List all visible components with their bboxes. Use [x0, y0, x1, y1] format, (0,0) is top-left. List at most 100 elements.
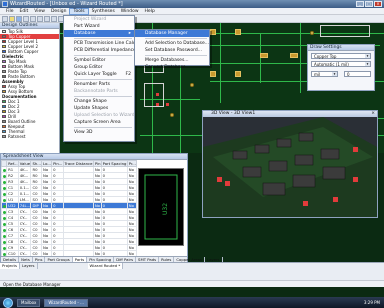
column-header[interactable]: Value [17, 160, 32, 167]
unit-select[interactable]: mil ▾ [311, 71, 338, 77]
undo-icon[interactable] [51, 15, 57, 22]
layer-color-swatch [2, 100, 6, 103]
column-header[interactable]: Pin... [51, 160, 64, 167]
submenu-item-label: Set Database Password... [145, 48, 203, 53]
copy-icon[interactable] [37, 15, 43, 22]
submenu-item[interactable]: Convert Database... [135, 64, 209, 71]
menu-item[interactable]: Group Editor [64, 64, 134, 71]
tab-projects[interactable]: Projects [0, 263, 20, 269]
status-dot-icon [3, 228, 6, 232]
column-header[interactable]: Trace Distance [62, 160, 94, 167]
status-dot-icon [3, 168, 6, 172]
menu-item-label: Group Editor [74, 65, 103, 70]
menu-syntheses[interactable]: Syntheses [89, 8, 118, 15]
table-cell [1, 232, 8, 239]
menu-item[interactable]: Capture Screen Area [64, 119, 134, 126]
submenu-item[interactable]: Add Selection to Database... [135, 40, 209, 47]
menu-design[interactable]: Design [48, 8, 70, 15]
minimize-button[interactable]: _ [356, 1, 364, 7]
submenu-item[interactable]: Set Database Password... [135, 47, 209, 54]
mode-select[interactable]: Automatic (1 mil) ▾ [311, 61, 371, 67]
layer-color-swatch [2, 135, 6, 138]
tab-document[interactable]: Wizard Routed * [87, 263, 124, 269]
status-dot-icon [3, 222, 6, 226]
view3d-canvas[interactable] [203, 117, 377, 217]
menu-view[interactable]: View [31, 8, 48, 15]
tools-menu: Project Wizard Part Wizard Database ▸ PCB Tr… [63, 15, 160, 142]
table-cell: No [92, 220, 102, 227]
layer-color-swatch [2, 85, 6, 88]
status-dot-icon [3, 180, 6, 184]
view3d-title: 3D View - 3D View1 [211, 111, 256, 116]
menu-item-icon [66, 99, 71, 104]
table-cell: No [92, 226, 102, 233]
layer-select[interactable]: Copper Top ▾ [311, 53, 371, 59]
menu-item[interactable]: Database ▸ [64, 30, 134, 37]
view3d-window: 3D View - 3D View1 × [202, 110, 378, 218]
menu-separator [74, 79, 132, 80]
menu-item[interactable]: Symbol Editor [64, 57, 134, 64]
open-icon[interactable] [9, 15, 15, 22]
column-header[interactable]: Lo... [41, 160, 53, 167]
menu-window[interactable]: Window [118, 8, 142, 15]
menu-item-icon [66, 82, 71, 87]
layer-color-swatch [2, 125, 6, 128]
menu-item[interactable]: PCB Differential Impedance Calculator [64, 47, 160, 54]
layer-color-swatch [2, 105, 6, 108]
status-dot-icon [3, 252, 6, 256]
value-input[interactable]: 0 [344, 71, 371, 77]
save-icon[interactable] [16, 15, 22, 22]
tab-layers[interactable]: Layers [20, 263, 38, 269]
cut-icon[interactable] [30, 15, 36, 22]
table-cell [1, 208, 8, 215]
submenu-item[interactable]: Database Manager [135, 30, 209, 37]
menu-item[interactable]: View 3D [64, 129, 134, 136]
menu-item-icon [66, 31, 71, 36]
close-icon[interactable]: × [371, 111, 375, 117]
menu-edit[interactable]: Edit [17, 8, 32, 15]
layer-color-swatch [2, 120, 6, 123]
menu-item[interactable]: Part Wizard [64, 23, 134, 30]
menu-help[interactable]: Help [142, 8, 158, 15]
menu-item[interactable]: PCB Transmission Line Calculator [64, 40, 149, 47]
new-icon[interactable] [2, 15, 8, 22]
paste-icon[interactable] [44, 15, 50, 22]
start-button[interactable] [3, 297, 13, 308]
layer-label: Ratsnest [8, 134, 26, 139]
menu-separator [74, 55, 132, 56]
table-cell [1, 178, 8, 185]
submenu-item-label: Add Selection to Database... [145, 41, 210, 46]
menu-file[interactable]: File [3, 8, 17, 15]
table-cell: 0.1... [17, 190, 32, 197]
table-cell [1, 190, 8, 197]
column-header[interactable]: Pin [92, 160, 102, 167]
draw-settings-panel: Draw Settings Copper Top ▾ Automatic (1 m… [307, 44, 375, 91]
menu-item[interactable]: Project Wizard [64, 16, 134, 23]
menu-item[interactable]: Upload Selection to Wizard [64, 112, 135, 119]
layer-color-swatch [2, 30, 6, 33]
table-cell [1, 250, 8, 256]
maximize-button[interactable]: □ [365, 1, 373, 7]
menu-item[interactable]: Renumber Parts [64, 81, 134, 88]
taskbar-item-wizardrouted[interactable]: WizardRouted - ... [44, 298, 88, 307]
menu-item[interactable]: Update Shapes [64, 105, 134, 112]
layers-panel: Design Outlines Top Silk Top Copper Copper… [0, 23, 60, 153]
taskbar-item-mailbox[interactable]: Mailbox [17, 298, 41, 307]
menu-item[interactable]: Backannotate Parts [64, 88, 134, 95]
column-header[interactable]: Ref... [6, 160, 19, 167]
main-toolbar [0, 15, 384, 23]
table-cell: No [92, 232, 102, 239]
print-icon[interactable] [23, 15, 29, 22]
database-submenu: Database Manager Add Selection to Databas… [134, 29, 210, 70]
submenu-item[interactable]: Merge Databases... [135, 57, 209, 64]
close-button[interactable]: × [374, 1, 382, 7]
table-cell [1, 184, 8, 191]
menu-tools[interactable]: Tools [69, 7, 89, 15]
column-header[interactable]: Pr... [126, 160, 137, 167]
column-header[interactable]: Part Spacing [100, 160, 128, 167]
menu-item[interactable]: Change Shape [64, 98, 134, 105]
menu-item[interactable]: Quick Layer Toggle F2 [64, 71, 134, 78]
layer-item[interactable]: Ratsnest [0, 134, 59, 139]
table-cell [1, 196, 8, 203]
column-header[interactable]: Sh... [30, 160, 43, 167]
